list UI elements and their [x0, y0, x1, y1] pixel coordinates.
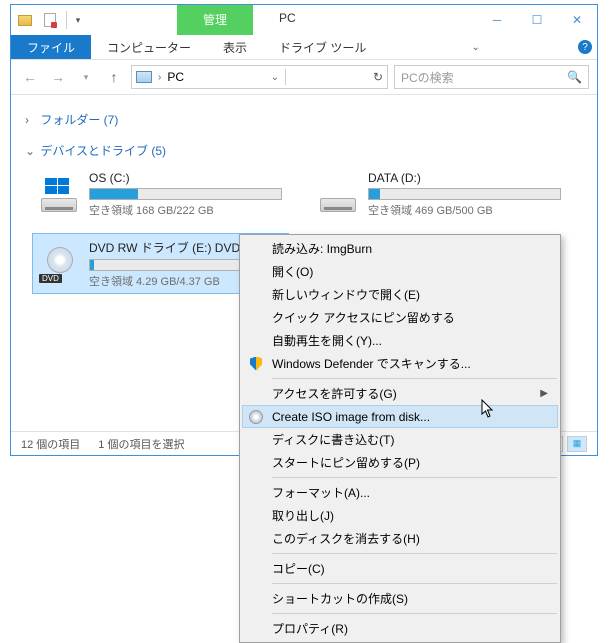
forward-button[interactable]: → [47, 66, 69, 88]
ribbon-computer-tab[interactable]: コンピューター [91, 35, 207, 59]
status-selected-count: 1 個の項目を選択 [98, 436, 184, 452]
search-input[interactable]: PCの検索 🔍 [394, 65, 589, 89]
menu-open-new-window[interactable]: 新しいウィンドウで開く(E) [242, 283, 558, 306]
capacity-bar [89, 188, 282, 200]
refresh-button[interactable]: ↻ [373, 70, 383, 84]
group-devices[interactable]: ⌄ デバイスとドライブ (5) [25, 136, 583, 167]
ribbon-file-tab[interactable]: ファイル [11, 35, 91, 59]
menu-erase-disc[interactable]: このディスクを消去する(H) [242, 527, 558, 550]
menu-eject[interactable]: 取り出し(J) [242, 504, 558, 527]
close-button[interactable]: ✕ [557, 5, 597, 35]
menu-format[interactable]: フォーマット(A)... [242, 481, 558, 504]
pc-icon [136, 71, 152, 83]
minimize-button[interactable]: ─ [477, 5, 517, 35]
menu-create-iso[interactable]: Create ISO image from disk... [242, 405, 558, 428]
menu-defender-scan[interactable]: Windows Defender でスキャンする... [242, 352, 558, 375]
ribbon-drive-tools-tab[interactable]: ドライブ ツール [263, 35, 382, 59]
menu-separator [272, 553, 557, 554]
properties-icon[interactable] [39, 9, 61, 31]
search-icon: 🔍 [567, 70, 582, 84]
hdd-icon [318, 178, 358, 212]
status-item-count: 12 個の項目 [21, 436, 80, 452]
menu-separator [272, 378, 557, 379]
menu-grant-access[interactable]: アクセスを許可する(G) ▶ [242, 382, 558, 405]
hdd-icon [39, 178, 79, 212]
title-tab-pc: PC [253, 5, 322, 35]
address-location: PC [167, 70, 184, 84]
menu-pin-quick-access[interactable]: クイック アクセスにピン留めする [242, 306, 558, 329]
menu-separator [272, 613, 557, 614]
help-button[interactable]: ? [573, 35, 597, 59]
menu-burn-disc[interactable]: ディスクに書き込む(T) [242, 428, 558, 451]
recent-dropdown[interactable]: ▾ [75, 66, 97, 88]
qat-dropdown[interactable]: ▾ [72, 15, 84, 26]
group-folders[interactable]: › フォルダー (7) [25, 105, 583, 136]
menu-copy[interactable]: コピー(C) [242, 557, 558, 580]
menu-separator [272, 477, 557, 478]
ribbon: ファイル コンピューター 表示 ドライブ ツール ⌄ ? [11, 35, 597, 60]
menu-properties[interactable]: プロパティ(R) [242, 617, 558, 640]
quick-access-toolbar: ▾ [11, 5, 87, 35]
view-large-button[interactable]: ▦ [567, 436, 587, 452]
address-bar[interactable]: › PC ⌄ ↻ [131, 65, 388, 89]
drive-c[interactable]: OS (C:) 空き領域 168 GB/222 GB [33, 167, 288, 222]
menu-create-shortcut[interactable]: ショートカットの作成(S) [242, 587, 558, 610]
search-placeholder: PCの検索 [401, 69, 454, 86]
shield-icon [248, 356, 264, 372]
submenu-arrow-icon: ▶ [540, 388, 548, 399]
explorer-icon [14, 9, 36, 31]
menu-pin-start[interactable]: スタートにピン留めする(P) [242, 451, 558, 474]
menu-separator [272, 583, 557, 584]
ribbon-expand[interactable]: ⌄ [464, 35, 488, 59]
context-menu: 読み込み: ImgBurn 開く(O) 新しいウィンドウで開く(E) クイック … [239, 234, 561, 643]
up-button[interactable]: ↑ [103, 66, 125, 88]
dvd-icon: DVD [39, 247, 79, 281]
back-button[interactable]: ← [19, 66, 41, 88]
capacity-bar [368, 188, 561, 200]
menu-read-with[interactable]: 読み込み: ImgBurn [242, 237, 558, 260]
address-dropdown[interactable]: ⌄ [271, 72, 279, 83]
chevron-right-icon: › [25, 113, 37, 127]
menu-open[interactable]: 開く(O) [242, 260, 558, 283]
navigation-bar: ← → ▾ ↑ › PC ⌄ ↻ PCの検索 🔍 [11, 60, 597, 95]
maximize-button[interactable]: ☐ [517, 5, 557, 35]
chevron-right-icon: › [158, 72, 161, 83]
title-tab-manage[interactable]: 管理 [177, 5, 253, 35]
chevron-down-icon: ⌄ [25, 144, 37, 158]
disc-icon [248, 409, 264, 425]
titlebar: ▾ 管理 PC ─ ☐ ✕ [11, 5, 597, 35]
drive-d[interactable]: DATA (D:) 空き領域 469 GB/500 GB [312, 167, 567, 222]
ribbon-view-tab[interactable]: 表示 [207, 35, 263, 59]
menu-autoplay[interactable]: 自動再生を開く(Y)... [242, 329, 558, 352]
